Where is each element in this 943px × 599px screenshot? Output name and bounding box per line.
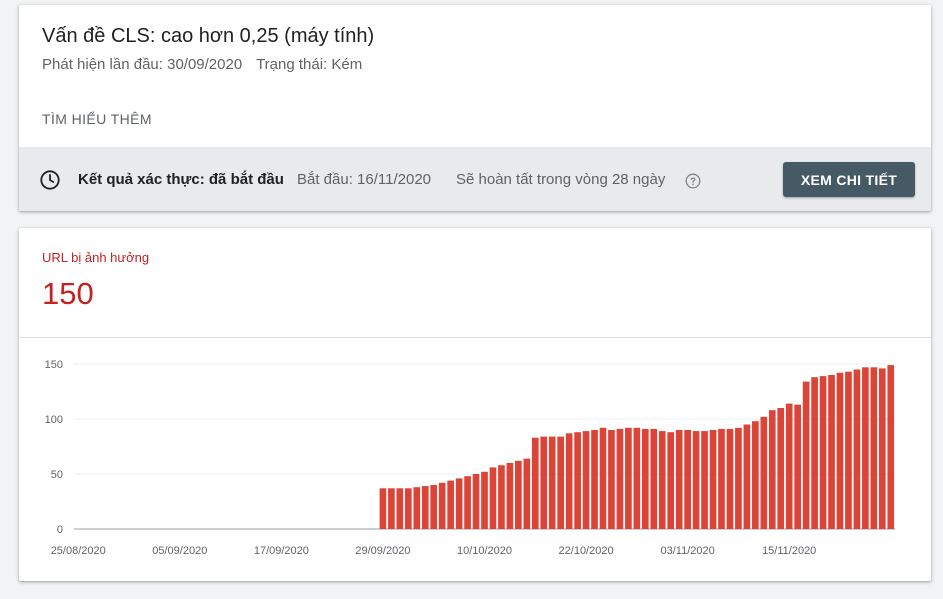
first-detected: Phát hiện lần đầu: 30/09/2020 — [42, 56, 243, 73]
chart-bar — [684, 430, 691, 529]
chart-bar — [498, 465, 505, 529]
chart-bar — [464, 476, 471, 529]
chart-bar — [430, 485, 438, 529]
chart-bar — [785, 403, 793, 529]
chart-bar — [718, 428, 725, 529]
y-tick-label: 150 — [45, 359, 63, 371]
chart-bar — [862, 367, 869, 529]
chart-bar — [413, 487, 421, 529]
chart-bar — [481, 471, 488, 529]
chart-bar — [396, 488, 404, 529]
chart-bar — [802, 381, 810, 529]
chart-bar — [752, 421, 759, 529]
chart-bar — [515, 460, 522, 529]
x-tick-label: 22/10/2020 — [559, 545, 614, 557]
chart-bar — [506, 463, 514, 529]
validation-status: Kết quả xác thực: đã bắt đầu — [78, 171, 284, 188]
chart-bar — [878, 368, 886, 529]
chart-bar — [768, 410, 776, 529]
chart-bar — [574, 432, 581, 529]
learn-more-link[interactable]: Tìm hiểu thêm — [42, 111, 152, 127]
clock-icon — [40, 170, 60, 190]
chart-bar — [599, 427, 607, 529]
chart-bar — [760, 416, 768, 529]
chart-bar — [591, 430, 598, 529]
chart-bar — [658, 431, 666, 529]
chart-bar — [379, 488, 387, 529]
chart-bar — [421, 486, 429, 529]
chart-bar — [735, 427, 742, 529]
chart-bar — [489, 467, 497, 529]
chart-bar — [887, 365, 895, 529]
chart-bar — [777, 408, 785, 529]
issue-card: Vấn đề CLS: cao hơn 0,25 (máy tính) Phát… — [19, 5, 931, 211]
chart-bar — [870, 367, 878, 529]
y-tick-label: 0 — [57, 524, 63, 536]
chart-bar — [845, 371, 852, 529]
chart-bar — [794, 404, 801, 529]
x-tick-label: 05/09/2020 — [152, 545, 207, 557]
chart-bar — [523, 458, 531, 529]
chart-bar — [650, 428, 658, 529]
x-tick-label: 03/11/2020 — [661, 545, 715, 557]
chart-bar — [709, 430, 717, 529]
issue-title: Vấn đề CLS: cao hơn 0,25 (máy tính) — [42, 25, 375, 47]
chart-bar — [667, 432, 675, 529]
issue-status: Trạng thái: Kém — [256, 56, 363, 73]
chart-bar — [548, 436, 556, 529]
x-tick-label: 29/09/2020 — [355, 545, 410, 557]
chart-bar — [692, 431, 700, 529]
affected-urls-chart: 0 50 100 150 25/08/2020 05/09/2020 17/09/2020 2… — [45, 359, 895, 557]
chart-bar — [388, 488, 395, 529]
affected-urls-card: URL bị ảnh hưởng 150 0 50 100 150 25/08/2020… — [19, 228, 931, 581]
chart-bar — [853, 369, 861, 529]
chart-bar — [701, 431, 708, 529]
chart-bar — [819, 376, 827, 529]
y-tick-label: 100 — [45, 414, 63, 426]
validation-completion: Sẽ hoàn tất trong vòng 28 ngày — [456, 171, 666, 188]
metric-value: 150 — [42, 276, 94, 311]
chart-bar — [828, 375, 835, 529]
validation-bar: Kết quả xác thực: đã bắt đầu Bắt đầu: 16… — [19, 147, 931, 211]
chart-bar — [743, 424, 751, 529]
chart-bar — [625, 427, 632, 529]
x-tick-label: 25/08/2020 — [51, 545, 106, 557]
metric-label: URL bị ảnh hưởng — [42, 250, 150, 265]
validation-start-date: Bắt đầu: 16/11/2020 — [297, 171, 432, 188]
chart-bar — [404, 488, 412, 529]
chart-bar — [641, 428, 649, 529]
chart-bar — [455, 478, 463, 529]
x-tick-label: 17/09/2020 — [254, 545, 309, 557]
chart-bar — [438, 482, 446, 529]
chart-bar — [616, 428, 624, 529]
chart-bar — [608, 430, 615, 529]
chart-bar — [565, 433, 573, 529]
chart-bar — [557, 436, 565, 529]
chart-bar — [472, 474, 480, 529]
chart-bar — [836, 372, 844, 529]
chart-bar — [447, 480, 454, 529]
chart-bar — [633, 427, 641, 529]
chart-bar — [726, 428, 734, 529]
x-tick-label: 15/11/2020 — [762, 545, 816, 557]
chart-bar — [540, 436, 548, 529]
y-tick-label: 50 — [51, 469, 63, 481]
chart-bar — [811, 377, 818, 529]
chart-bar — [582, 431, 590, 529]
chart-bar — [531, 437, 539, 529]
help-circle-icon[interactable] — [685, 173, 701, 189]
see-details-button[interactable]: Xem chi tiết — [783, 162, 915, 197]
issue-meta: Phát hiện lần đầu: 30/09/2020 Trạng thái… — [42, 56, 372, 73]
chart-bar — [675, 430, 683, 529]
x-tick-label: 10/10/2020 — [457, 545, 512, 557]
